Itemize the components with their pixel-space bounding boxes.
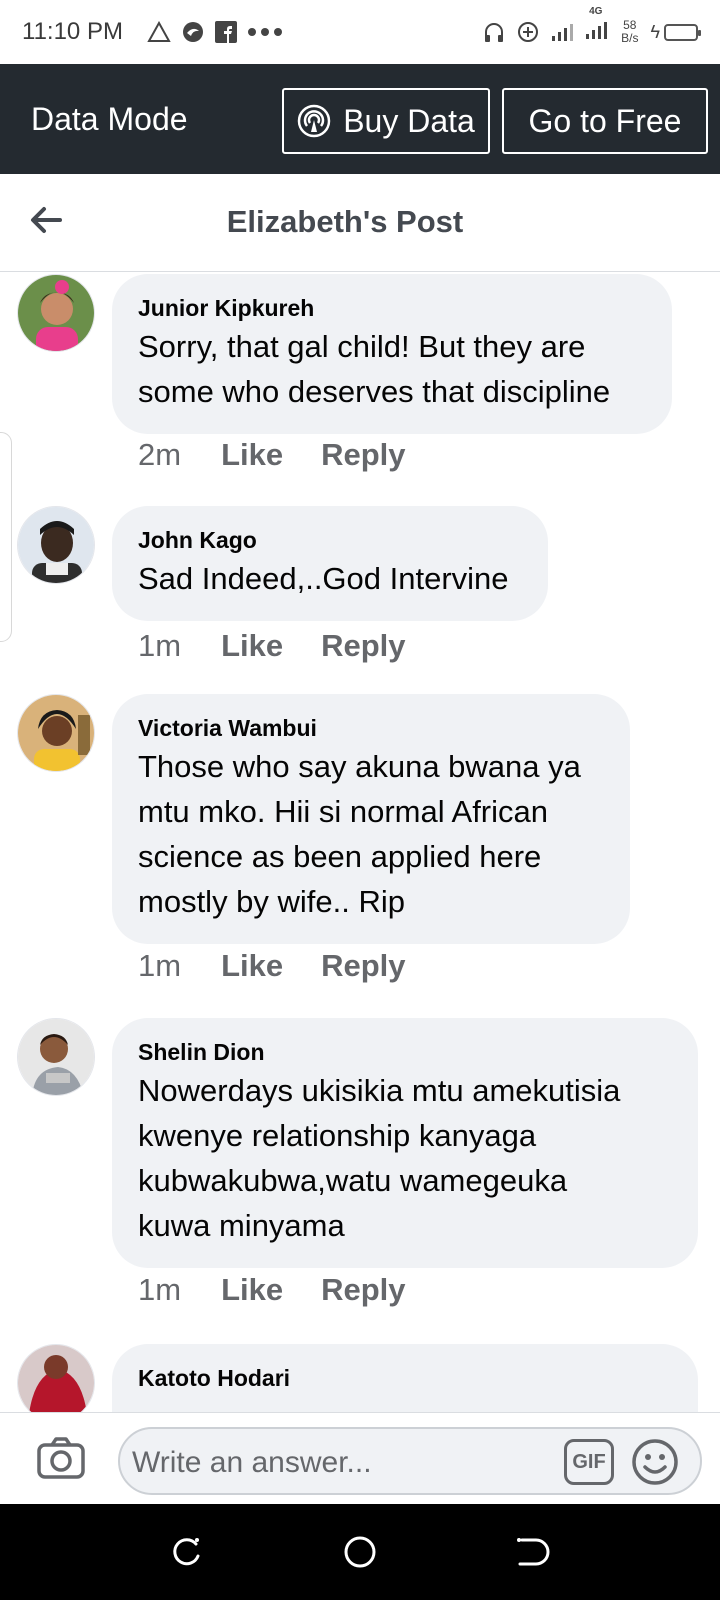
home-icon[interactable]: [342, 1534, 378, 1570]
comment-bubble[interactable]: Shelin Dion Nowerdays ukisikia mtu ameku…: [112, 1018, 698, 1268]
comment-time: 1m: [138, 948, 182, 983]
data-mode-bar: Data Mode Buy Data Go to Free: [0, 64, 720, 174]
emoji-icon[interactable]: [630, 1437, 680, 1487]
comment-actions: 1m Like Reply: [138, 1272, 444, 1308]
avatar[interactable]: [17, 694, 95, 772]
comment-author[interactable]: Katoto Hodari: [138, 1364, 672, 1392]
like-button[interactable]: Like: [221, 437, 283, 473]
gif-label: GIF: [572, 1450, 606, 1473]
like-button[interactable]: Like: [221, 628, 283, 664]
reply-button[interactable]: Reply: [321, 1272, 405, 1308]
camera-icon[interactable]: [36, 1435, 86, 1481]
comment-actions: 1m Like Reply: [138, 948, 444, 984]
facebook-icon: [214, 21, 237, 43]
comment-author[interactable]: Junior Kipkureh: [138, 294, 646, 322]
reply-button[interactable]: Reply: [321, 437, 405, 473]
signal-4g-icon: 4G: [585, 6, 609, 45]
comment-bubble[interactable]: Junior Kipkureh Sorry, that gal child! B…: [112, 274, 672, 434]
comment-text: Those who say akuna bwana ya mtu mko. Hi…: [138, 749, 581, 919]
warning-icon: [147, 21, 171, 42]
signal-icon: [552, 24, 574, 41]
page-title: Elizabeth's Post: [226, 204, 464, 239]
notification-icons: [147, 20, 283, 44]
post-header: Elizabeth's Post: [0, 174, 720, 272]
net-speed: 58 B/s: [621, 18, 639, 45]
status-bar: 11:10 PM 4G 58 B/s ϟ: [0, 0, 720, 64]
recent-apps-icon[interactable]: [168, 1534, 204, 1570]
avatar[interactable]: [17, 274, 95, 352]
comment-time: 1m: [138, 1272, 182, 1307]
more-dots-icon: [247, 28, 282, 36]
reply-button[interactable]: Reply: [321, 628, 405, 664]
headphones-icon: [485, 23, 504, 42]
comment-bubble[interactable]: Victoria Wambui Those who say akuna bwan…: [112, 694, 630, 944]
clock: 11:10 PM: [22, 18, 123, 45]
comment-text: Nowerdays ukisikia mtu amekutisia kwenye…: [138, 1073, 621, 1243]
comment-bubble[interactable]: Katoto Hodari: [112, 1344, 698, 1412]
broadcast-icon: [297, 104, 331, 138]
comment-composer: Write an answer... GIF: [0, 1412, 720, 1504]
avatar[interactable]: [17, 1018, 95, 1096]
like-button[interactable]: Like: [221, 948, 283, 984]
reply-button[interactable]: Reply: [321, 948, 405, 984]
answer-input[interactable]: Write an answer... GIF: [118, 1427, 702, 1495]
comment-actions: 1m Like Reply: [138, 628, 444, 664]
like-button[interactable]: Like: [221, 1272, 283, 1308]
avatar[interactable]: [17, 1344, 95, 1412]
answer-placeholder: Write an answer...: [132, 1446, 372, 1479]
side-drawer-handle[interactable]: [0, 432, 12, 642]
system-icons: 4G 58 B/s ϟ: [483, 6, 701, 45]
data-saver-icon: [518, 22, 539, 42]
comment-actions: 2m Like Reply: [138, 437, 444, 473]
go-to-free-label: Go to Free: [528, 102, 682, 139]
data-mode-title: Data Mode: [31, 100, 188, 137]
comment-bubble[interactable]: John Kago Sad Indeed,..God Intervine: [112, 506, 548, 621]
buy-data-button[interactable]: Buy Data: [282, 88, 490, 154]
gif-button[interactable]: GIF: [564, 1439, 614, 1485]
comment-author[interactable]: Shelin Dion: [138, 1038, 672, 1066]
comment-time: 2m: [138, 437, 182, 472]
back-icon[interactable]: [514, 1534, 550, 1570]
comment-author[interactable]: Victoria Wambui: [138, 714, 604, 742]
go-to-free-button[interactable]: Go to Free: [502, 88, 708, 154]
battery-charging-icon: ϟ: [650, 23, 701, 41]
system-nav-bar: [0, 1504, 720, 1600]
comment-author[interactable]: John Kago: [138, 526, 522, 554]
buy-data-label: Buy Data: [343, 102, 475, 139]
comment-text: Sorry, that gal child! But they are some…: [138, 329, 611, 409]
avatar[interactable]: [17, 506, 95, 584]
comments-list[interactable]: Junior Kipkureh Sorry, that gal child! B…: [0, 272, 720, 1412]
comment-time: 1m: [138, 628, 182, 663]
bird-icon: [182, 22, 203, 42]
comment-text: Sad Indeed,..God Intervine: [138, 561, 509, 596]
